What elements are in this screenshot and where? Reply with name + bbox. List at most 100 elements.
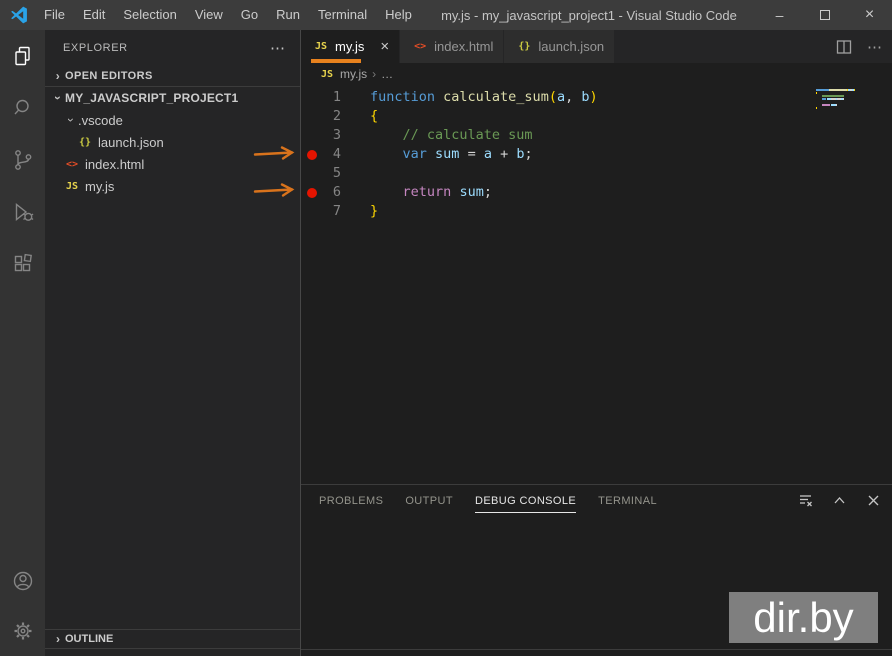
close-panel-icon[interactable] bbox=[865, 492, 882, 509]
maximize-panel-chevron-icon[interactable] bbox=[831, 492, 848, 509]
breakpoint-margin[interactable] bbox=[301, 202, 321, 221]
titlebar: File Edit Selection View Go Run Terminal Help m… bbox=[0, 0, 892, 30]
breakpoint-margin[interactable] bbox=[301, 126, 321, 145]
menu-help[interactable]: Help bbox=[376, 0, 421, 30]
js-file-icon: JS bbox=[65, 180, 79, 192]
tree-item-my-js[interactable]: JS my.js bbox=[45, 175, 300, 197]
tree-item-label: my.js bbox=[85, 178, 115, 194]
accounts-icon[interactable] bbox=[0, 556, 45, 606]
code-line-5[interactable]: 5 bbox=[301, 164, 892, 183]
code-line-2[interactable]: 2{ bbox=[301, 107, 892, 126]
tree-item-root-folder[interactable]: › MY_JAVASCRIPT_PROJECT1 bbox=[45, 87, 300, 109]
split-editor-icon[interactable] bbox=[835, 38, 853, 56]
maximize-icon[interactable] bbox=[802, 0, 847, 30]
source-control-icon[interactable] bbox=[0, 134, 45, 186]
breadcrumb-symbol[interactable]: … bbox=[381, 67, 393, 81]
panel-tabs: PROBLEMS OUTPUT DEBUG CONSOLE TERMINAL bbox=[319, 488, 797, 513]
breakpoint-margin[interactable] bbox=[301, 145, 321, 164]
line-number[interactable]: 6 bbox=[321, 183, 341, 202]
code-line-3[interactable]: 3 // calculate sum bbox=[301, 126, 892, 145]
js-file-icon: JS bbox=[320, 68, 334, 80]
panel-tab-problems[interactable]: PROBLEMS bbox=[319, 488, 383, 513]
chevron-down-icon: › bbox=[51, 95, 65, 101]
outline-section[interactable]: › OUTLINE bbox=[45, 629, 300, 648]
breakpoint-margin[interactable] bbox=[301, 88, 321, 107]
line-number[interactable]: 1 bbox=[321, 88, 341, 107]
tab-my-js[interactable]: JS my.js × bbox=[301, 30, 401, 63]
sidebar-title: EXPLORER bbox=[63, 41, 128, 54]
menu-run[interactable]: Run bbox=[267, 0, 309, 30]
breadcrumb-file[interactable]: my.js bbox=[340, 67, 367, 81]
line-number[interactable]: 7 bbox=[321, 202, 341, 221]
chevron-down-icon: › bbox=[64, 118, 78, 122]
tab-launch-json[interactable]: {} launch.json bbox=[504, 30, 616, 63]
settings-gear-icon[interactable] bbox=[0, 606, 45, 656]
code-text: function calculate_sum(a, b) bbox=[370, 89, 598, 105]
file-tree: › .vscode {} launch.json <> index.html JS my.js bbox=[45, 109, 300, 197]
tab-label: index.html bbox=[434, 39, 494, 54]
tree-item-vscode[interactable]: › .vscode bbox=[45, 109, 300, 131]
window-title: my.js - my_javascript_project1 - Visual … bbox=[441, 7, 737, 23]
window-controls: – × bbox=[757, 0, 892, 30]
chevron-right-icon: › bbox=[55, 68, 61, 83]
editor-more-actions-icon[interactable]: ⋯ bbox=[867, 38, 882, 56]
breakpoint-icon[interactable] bbox=[307, 149, 317, 160]
clear-console-icon[interactable] bbox=[797, 492, 814, 509]
html-file-icon: <> bbox=[414, 41, 427, 52]
breakpoint-margin[interactable] bbox=[301, 183, 321, 202]
menu-file[interactable]: File bbox=[35, 0, 74, 30]
code-line-7[interactable]: 7} bbox=[301, 202, 892, 221]
extensions-icon[interactable] bbox=[0, 238, 45, 290]
breakpoint-margin[interactable] bbox=[301, 107, 321, 126]
code-line-6[interactable]: 6 return sum; bbox=[301, 183, 892, 202]
line-number[interactable]: 4 bbox=[321, 145, 341, 164]
menu-edit[interactable]: Edit bbox=[74, 0, 114, 30]
minimap[interactable] bbox=[816, 89, 876, 110]
html-file-icon: <> bbox=[65, 158, 79, 170]
code-text: } bbox=[370, 203, 379, 219]
code-text: return sum; bbox=[402, 184, 492, 200]
menu-bar: File Edit Selection View Go Run Terminal Help bbox=[35, 0, 421, 30]
close-window-icon[interactable]: × bbox=[847, 0, 892, 30]
code-text: var sum = a + b; bbox=[402, 146, 533, 162]
code-line-4[interactable]: 4 var sum = a + b; bbox=[301, 145, 892, 164]
code-line-1[interactable]: 1 function calculate_sum(a, b) bbox=[301, 88, 892, 107]
minimize-icon[interactable]: – bbox=[757, 0, 802, 30]
window-bottom-edge bbox=[301, 649, 892, 656]
line-number[interactable]: 2 bbox=[321, 107, 341, 126]
panel-tab-output[interactable]: OUTPUT bbox=[405, 488, 453, 513]
tree-item-label: launch.json bbox=[98, 134, 164, 150]
chevron-right-icon: › bbox=[56, 632, 60, 646]
menu-view[interactable]: View bbox=[186, 0, 232, 30]
tab-index-html[interactable]: <> index.html bbox=[400, 30, 505, 63]
activity-bar bbox=[0, 30, 45, 656]
tree-item-launch-json[interactable]: {} launch.json bbox=[45, 131, 300, 153]
breakpoint-icon[interactable] bbox=[307, 187, 317, 198]
breakpoint-margin[interactable] bbox=[301, 164, 321, 183]
menu-selection[interactable]: Selection bbox=[114, 0, 185, 30]
panel-tab-terminal[interactable]: TERMINAL bbox=[598, 488, 657, 513]
code-text: { bbox=[370, 108, 379, 124]
close-tab-icon[interactable]: × bbox=[380, 39, 389, 54]
menu-go[interactable]: Go bbox=[232, 0, 267, 30]
run-and-debug-icon[interactable] bbox=[0, 186, 45, 238]
line-number[interactable]: 3 bbox=[321, 126, 341, 145]
explorer-more-actions-icon[interactable]: ⋯ bbox=[270, 39, 286, 57]
explorer-icon[interactable] bbox=[0, 30, 45, 82]
sidebar-explorer: EXPLORER ⋯ › OPEN EDITORS › MY_JAVASCRIP… bbox=[45, 30, 300, 656]
tree-item-label: .vscode bbox=[78, 112, 123, 128]
line-number[interactable]: 5 bbox=[321, 164, 341, 183]
code-editor[interactable]: 1 function calculate_sum(a, b) 2{3 // calc… bbox=[301, 85, 892, 484]
timeline-section-cut bbox=[45, 648, 300, 656]
tab-label: launch.json bbox=[538, 39, 605, 54]
open-editors-section[interactable]: › OPEN EDITORS bbox=[45, 65, 300, 87]
js-file-icon: JS bbox=[314, 41, 328, 52]
json-file-icon: {} bbox=[518, 41, 531, 52]
search-icon[interactable] bbox=[0, 82, 45, 134]
panel-tab-debug-console[interactable]: DEBUG CONSOLE bbox=[474, 488, 577, 513]
menu-terminal[interactable]: Terminal bbox=[309, 0, 376, 30]
breadcrumb[interactable]: JS my.js › … bbox=[301, 63, 892, 85]
tree-item-index-html[interactable]: <> index.html bbox=[45, 153, 300, 175]
watermark: dir.by bbox=[729, 592, 878, 643]
